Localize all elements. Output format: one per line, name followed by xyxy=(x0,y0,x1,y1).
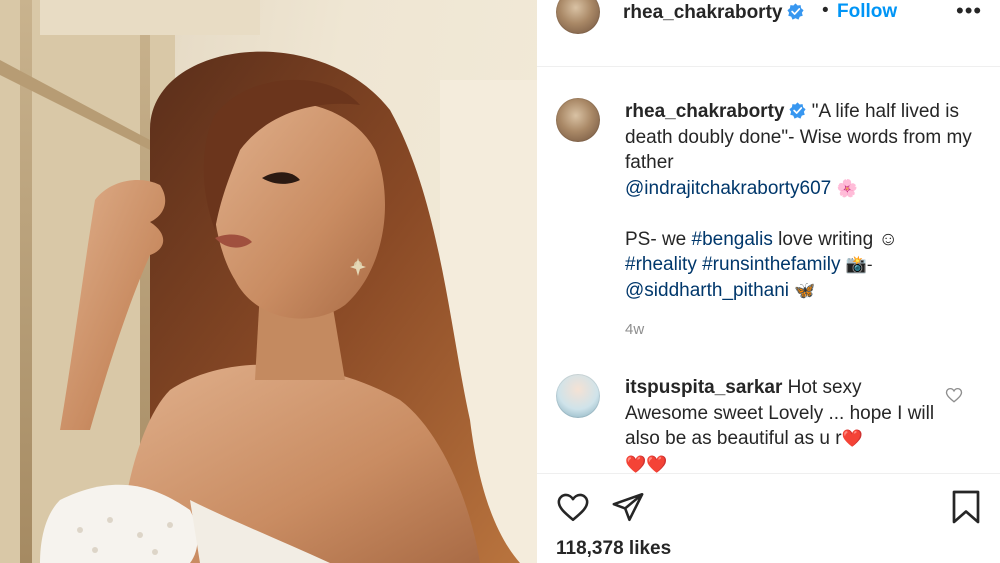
author-username[interactable]: rhea_chakraborty xyxy=(623,2,805,24)
more-icon[interactable]: ••• xyxy=(956,0,981,25)
mention-link[interactable]: @siddharth_pithani xyxy=(625,280,789,301)
post-side-panel: rhea_chakraborty • Follow ••• rhea_chakr… xyxy=(537,0,1000,563)
commenter-avatar[interactable] xyxy=(556,374,600,418)
share-icon[interactable] xyxy=(611,490,645,524)
follow-button[interactable]: Follow xyxy=(837,1,897,23)
butterfly-emoji: 🦋 xyxy=(794,280,816,300)
likes-count[interactable]: 118,378 likes xyxy=(556,538,671,560)
caption-text-ps: PS- we xyxy=(625,228,687,250)
author-avatar[interactable] xyxy=(556,0,600,34)
caption-username[interactable]: rhea_chakraborty xyxy=(625,101,784,122)
follow-separator: • xyxy=(822,0,829,21)
comment-heart-icon[interactable] xyxy=(945,386,963,404)
comment-username[interactable]: itspuspita_sarkar xyxy=(625,377,782,398)
post-header: rhea_chakraborty • Follow ••• xyxy=(537,0,1000,67)
post-age[interactable]: 4w xyxy=(625,321,644,338)
hashtag-link[interactable]: #bengalis xyxy=(692,229,773,250)
mention-link[interactable]: @indrajitchakraborty607 xyxy=(625,178,831,199)
author-username-text[interactable]: rhea_chakraborty xyxy=(623,2,782,23)
post-photo[interactable] xyxy=(0,0,537,563)
hashtag-link[interactable]: #runsinthefamily xyxy=(702,254,840,275)
verified-icon xyxy=(787,3,805,20)
post-caption: rhea_chakraborty "A life half lived is d… xyxy=(625,99,975,303)
hashtag-link[interactable]: #rheality xyxy=(625,254,697,275)
action-bar: 118,378 likes xyxy=(537,473,1000,563)
verified-icon xyxy=(789,102,807,119)
photo-illustration xyxy=(0,0,537,563)
heart-emoji: ❤️ xyxy=(841,429,863,448)
comment-item: itspuspita_sarkar Hot sexy Awesome sweet… xyxy=(625,375,945,477)
caption-text-writing: love writing ☺ xyxy=(778,228,898,250)
heart-icon[interactable] xyxy=(555,490,591,524)
bookmark-icon[interactable] xyxy=(951,489,981,525)
caption-avatar[interactable] xyxy=(556,98,600,142)
camera-emoji: 📸- xyxy=(845,255,873,274)
flower-emoji: 🌸 xyxy=(836,178,858,198)
